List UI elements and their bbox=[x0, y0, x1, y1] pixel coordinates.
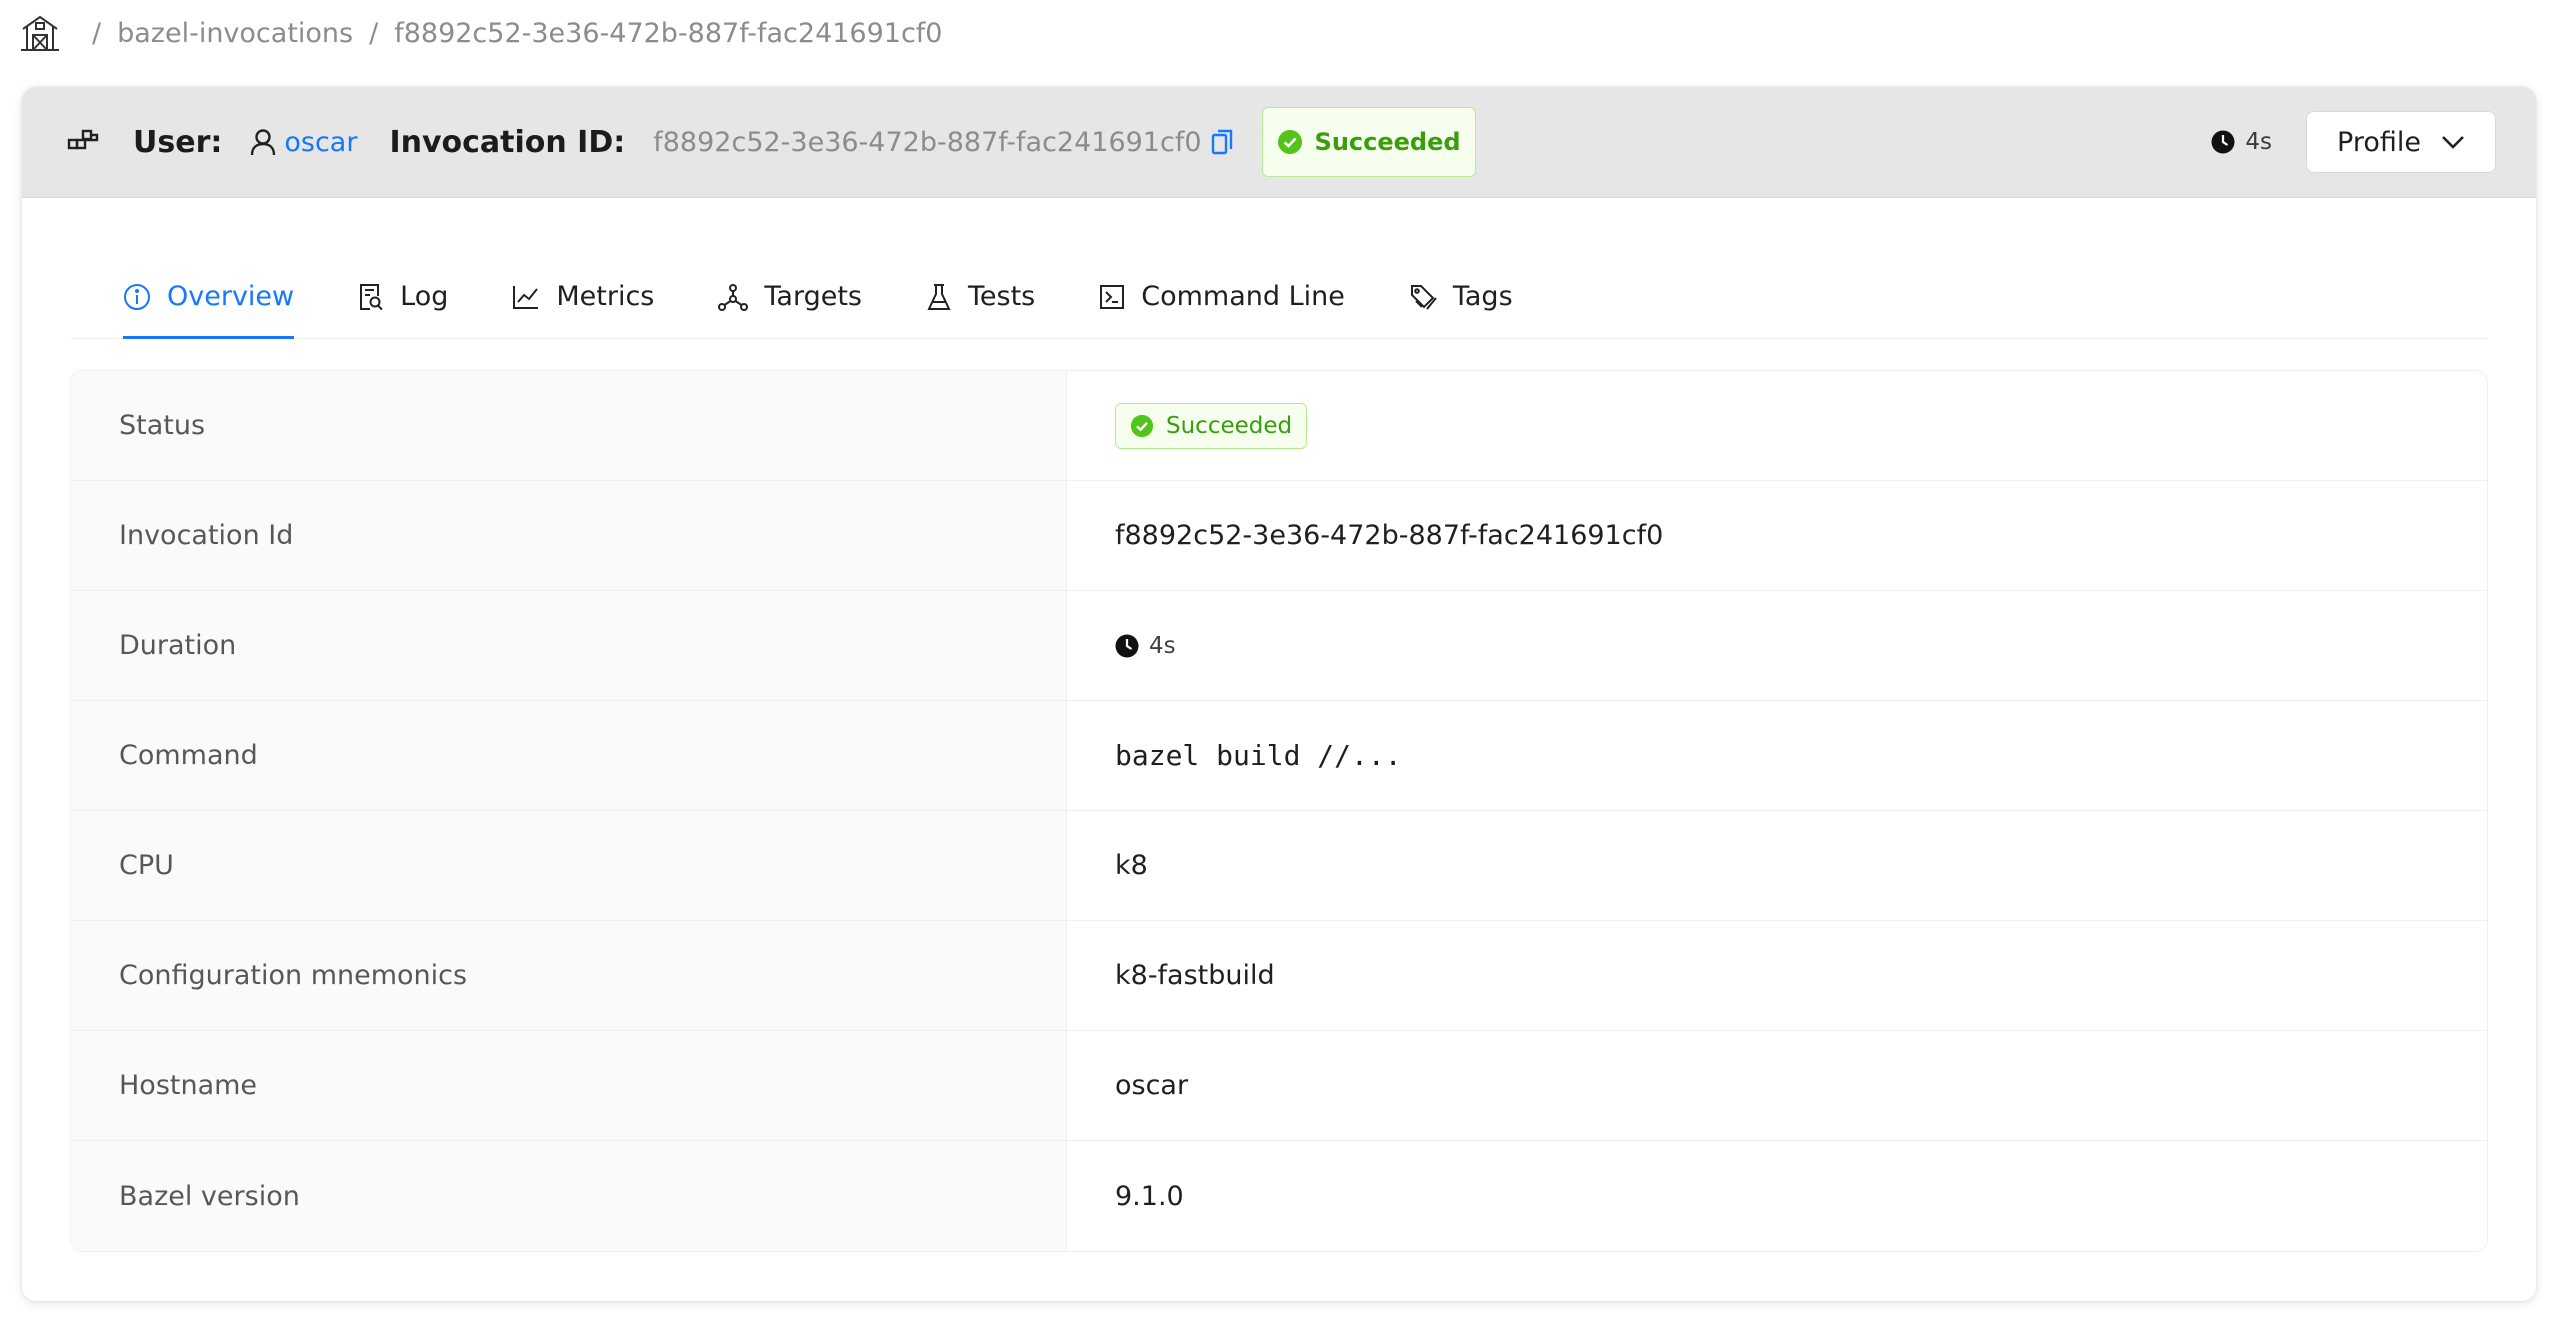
invocation-details-table: Status Succeeded Invocation Id f8892c52-… bbox=[70, 370, 2488, 1252]
clock-icon bbox=[2211, 130, 2235, 154]
file-search-icon bbox=[358, 282, 384, 312]
invocation-card: User: oscar Invocation ID: f8892c52-3e36… bbox=[22, 87, 2536, 1301]
table-row: CPU k8 bbox=[71, 811, 2487, 921]
bazel-version-value: 9.1.0 bbox=[1115, 1180, 1184, 1212]
duration-text: 4s bbox=[1149, 632, 1176, 659]
code-icon bbox=[1099, 284, 1125, 310]
tab-targets[interactable]: Targets bbox=[718, 255, 862, 338]
duration-display: 4s bbox=[1115, 633, 1176, 659]
table-row: Command bazel build //... bbox=[71, 701, 2487, 811]
check-circle-icon bbox=[1277, 129, 1303, 155]
profile-button[interactable]: Profile bbox=[2306, 111, 2496, 173]
breadcrumb-link-invocations[interactable]: bazel-invocations bbox=[117, 18, 353, 49]
tab-tags[interactable]: Tags bbox=[1409, 255, 1513, 338]
duration-text: 4s bbox=[2245, 129, 2272, 155]
tags-icon bbox=[1409, 283, 1437, 311]
breadcrumb: / bazel-invocations / f8892c52-3e36-472b… bbox=[18, 10, 943, 56]
command-value: bazel build //... bbox=[1115, 739, 1402, 772]
tab-label: Log bbox=[400, 281, 449, 312]
cpu-value: k8 bbox=[1115, 850, 1148, 881]
command-label: Command bbox=[71, 701, 1067, 810]
profile-button-label: Profile bbox=[2337, 126, 2421, 158]
chevron-down-icon bbox=[2441, 134, 2465, 150]
check-circle-icon bbox=[1130, 414, 1154, 438]
user-link[interactable]: oscar bbox=[284, 127, 357, 158]
tab-label: Tests bbox=[967, 281, 1036, 312]
invocation-id-label: Invocation Id bbox=[71, 481, 1067, 590]
tab-tests[interactable]: Tests bbox=[926, 255, 1035, 338]
hostname-label: Hostname bbox=[71, 1031, 1067, 1140]
breadcrumb-separator: / bbox=[92, 17, 102, 49]
copy-icon[interactable] bbox=[1210, 128, 1234, 156]
table-row: Bazel version 9.1.0 bbox=[71, 1141, 2487, 1251]
status-value: Succeeded bbox=[1067, 371, 2487, 480]
table-row: Hostname oscar bbox=[71, 1031, 2487, 1141]
barn-home-icon[interactable] bbox=[18, 11, 62, 55]
user-icon bbox=[250, 128, 276, 156]
configuration-mnemonics-value: k8-fastbuild bbox=[1115, 960, 1275, 991]
info-circle-icon bbox=[123, 283, 151, 311]
status-label: Status bbox=[71, 371, 1067, 480]
deployment-unit-icon bbox=[718, 283, 749, 311]
tab-bar: Overview Log Metrics Targets Tests Comma… bbox=[70, 255, 2488, 339]
status-badge: Succeeded bbox=[1115, 402, 1308, 449]
bazel-version-label: Bazel version bbox=[71, 1141, 1067, 1251]
tab-label: Tags bbox=[1452, 281, 1513, 312]
tab-metrics[interactable]: Metrics bbox=[512, 255, 654, 338]
tab-command-line[interactable]: Command Line bbox=[1099, 255, 1345, 338]
table-row: Invocation Id f8892c52-3e36-472b-887f-fa… bbox=[71, 481, 2487, 591]
tab-label: Overview bbox=[167, 281, 295, 312]
duration-label: Duration bbox=[71, 591, 1067, 700]
breadcrumb-separator: / bbox=[369, 17, 379, 49]
tab-log[interactable]: Log bbox=[358, 255, 448, 338]
clock-icon bbox=[1115, 634, 1139, 658]
breadcrumb-current: f8892c52-3e36-472b-887f-fac241691cf0 bbox=[394, 17, 943, 49]
status-badge-label: Succeeded bbox=[1314, 128, 1461, 156]
configuration-mnemonics-label: Configuration mnemonics bbox=[71, 921, 1067, 1030]
tab-label: Command Line bbox=[1141, 281, 1345, 312]
invocation-id-label: Invocation ID: bbox=[389, 124, 626, 160]
tab-overview[interactable]: Overview bbox=[123, 255, 295, 339]
table-row: Status Succeeded bbox=[71, 371, 2487, 481]
card-header: User: oscar Invocation ID: f8892c52-3e36… bbox=[22, 87, 2536, 198]
invocation-id-text: f8892c52-3e36-472b-887f-fac241691cf0 bbox=[653, 126, 1202, 158]
cpu-label: CPU bbox=[71, 811, 1067, 920]
table-row: Configuration mnemonics k8-fastbuild bbox=[71, 921, 2487, 1031]
hostname-value: oscar bbox=[1115, 1070, 1189, 1101]
invocation-id-value: f8892c52-3e36-472b-887f-fac241691cf0 bbox=[1115, 520, 1664, 551]
header-duration: 4s bbox=[2211, 129, 2272, 155]
blocks-icon bbox=[67, 128, 101, 156]
status-badge-label: Succeeded bbox=[1166, 412, 1293, 439]
experiment-icon bbox=[926, 283, 952, 311]
duration-value: 4s bbox=[1067, 591, 2487, 700]
line-chart-icon bbox=[512, 284, 540, 310]
table-row: Duration 4s bbox=[71, 591, 2487, 701]
user-label: User: bbox=[133, 124, 223, 160]
tab-label: Targets bbox=[764, 281, 862, 312]
status-badge: Succeeded bbox=[1261, 107, 1476, 177]
tab-label: Metrics bbox=[556, 281, 655, 312]
